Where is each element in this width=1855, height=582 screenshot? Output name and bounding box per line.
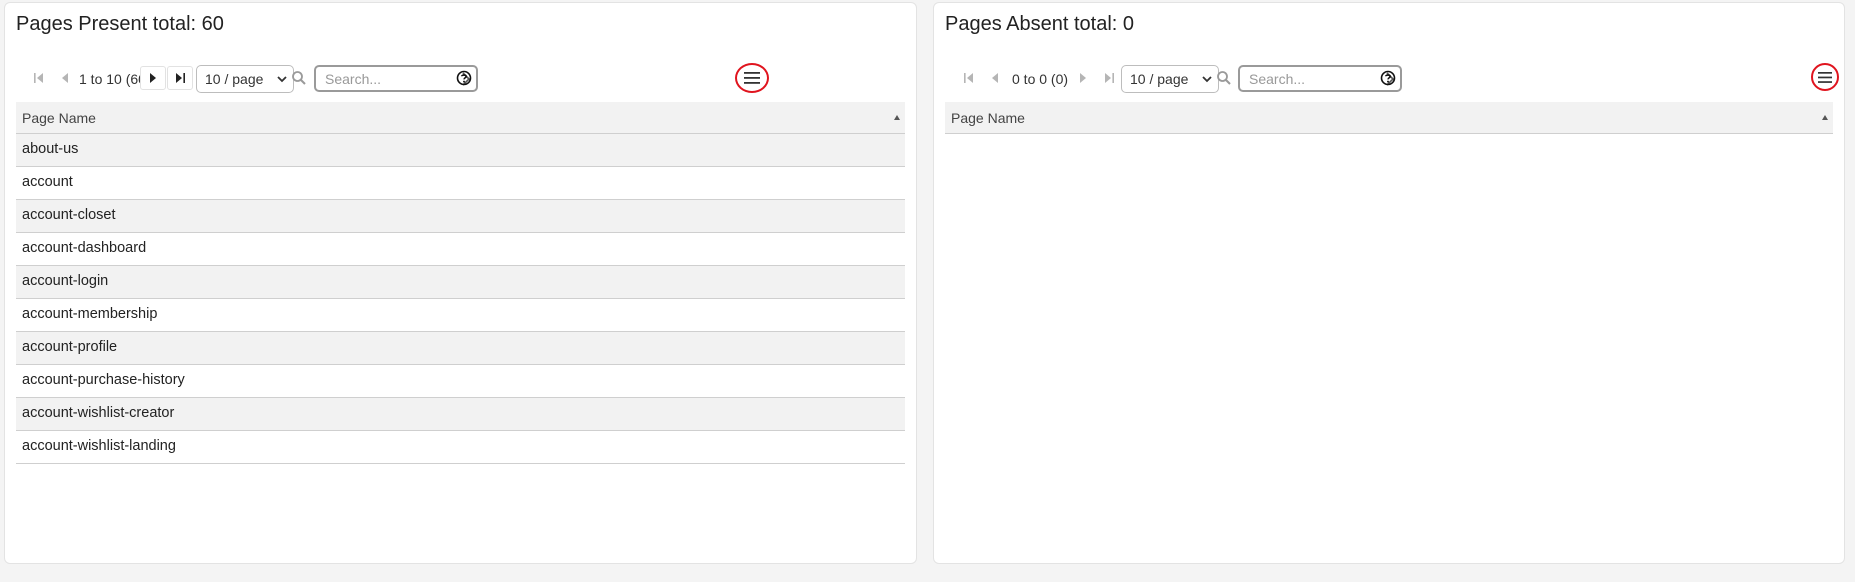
page-size-select[interactable]: 10 / page <box>1121 65 1219 93</box>
page-name-cell: about-us <box>22 141 79 157</box>
column-header-page-name[interactable]: Page Name <box>945 102 1833 134</box>
column-header-label: Page Name <box>951 110 1025 126</box>
sort-ascending-icon <box>894 115 900 120</box>
prev-page-button[interactable] <box>982 66 1008 90</box>
search-input[interactable] <box>325 70 453 87</box>
table-row[interactable]: account-purchase-history <box>16 365 905 398</box>
search-icon <box>1217 71 1231 85</box>
page-range-text: 0 to 0 (0) <box>1012 71 1069 87</box>
chevron-down-icon <box>1202 76 1212 83</box>
page-name-cell: account-closet <box>22 207 116 223</box>
search-input[interactable] <box>1249 70 1377 87</box>
prev-page-icon <box>62 73 68 83</box>
page-name-cell: account-dashboard <box>22 240 147 256</box>
last-page-button[interactable] <box>167 66 193 90</box>
table-row[interactable]: account-closet <box>16 200 905 233</box>
page-name-cell: account-wishlist-landing <box>22 438 176 454</box>
table-row[interactable]: account-dashboard <box>16 233 905 266</box>
search-input-wrapper <box>1238 65 1402 92</box>
column-menu-button[interactable] <box>1811 63 1839 91</box>
help-icon[interactable] <box>456 70 472 86</box>
next-page-button[interactable] <box>140 66 166 90</box>
table-row[interactable]: account-wishlist-creator <box>16 398 905 431</box>
last-page-icon <box>176 73 185 83</box>
panel-title: Pages Present total: 60 <box>16 13 224 35</box>
first-page-icon <box>34 73 43 83</box>
pages-absent-grid: Page Name <box>945 102 1833 134</box>
page-name-cell: account-login <box>22 273 109 289</box>
grid-toolbar: 1 to 10 (60) 10 / page <box>16 63 905 93</box>
prev-page-button[interactable] <box>52 66 78 90</box>
panel-title: Pages Absent total: 0 <box>945 13 1135 35</box>
last-page-button[interactable] <box>1096 66 1122 90</box>
page-size-value: 10 / page <box>205 71 264 87</box>
page-name-cell: account-purchase-history <box>22 372 185 388</box>
first-page-icon <box>964 73 973 83</box>
chevron-down-icon <box>277 76 287 83</box>
pages-absent-panel: Pages Absent total: 0 0 to 0 (0) 10 / pa… <box>933 2 1845 564</box>
hamburger-menu-icon <box>1818 71 1832 83</box>
next-page-icon <box>150 73 156 83</box>
pages-present-panel: Pages Present total: 60 1 to 10 (60) 10 … <box>4 2 917 564</box>
page-name-cell: account-wishlist-creator <box>22 405 175 421</box>
table-row[interactable]: account-profile <box>16 332 905 365</box>
table-row[interactable]: account-login <box>16 266 905 299</box>
column-header-page-name[interactable]: Page Name <box>16 102 905 134</box>
page-name-cell: account <box>22 174 73 190</box>
search-input-wrapper <box>314 65 478 92</box>
table-row[interactable]: account-membership <box>16 299 905 332</box>
page-name-cell: account-profile <box>22 339 118 355</box>
prev-page-icon <box>992 73 998 83</box>
table-row[interactable]: about-us <box>16 134 905 167</box>
first-page-button[interactable] <box>956 66 982 90</box>
last-page-icon <box>1105 73 1114 83</box>
page-size-value: 10 / page <box>1130 71 1189 87</box>
next-page-icon <box>1080 73 1086 83</box>
sort-ascending-icon <box>1822 115 1828 120</box>
table-row[interactable]: account <box>16 167 905 200</box>
help-icon[interactable] <box>1380 70 1396 86</box>
search-icon <box>292 71 306 85</box>
first-page-button[interactable] <box>26 66 52 90</box>
next-page-button[interactable] <box>1070 66 1096 90</box>
table-row[interactable]: account-wishlist-landing <box>16 431 905 464</box>
pages-present-grid: Page Name about-us account account-close… <box>16 102 905 464</box>
page-size-select[interactable]: 10 / page <box>196 65 294 93</box>
column-header-label: Page Name <box>22 110 96 126</box>
grid-toolbar: 0 to 0 (0) 10 / page <box>945 63 1839 93</box>
hamburger-menu-icon <box>744 72 760 84</box>
column-menu-button[interactable] <box>735 63 769 93</box>
page-name-cell: account-membership <box>22 306 158 322</box>
